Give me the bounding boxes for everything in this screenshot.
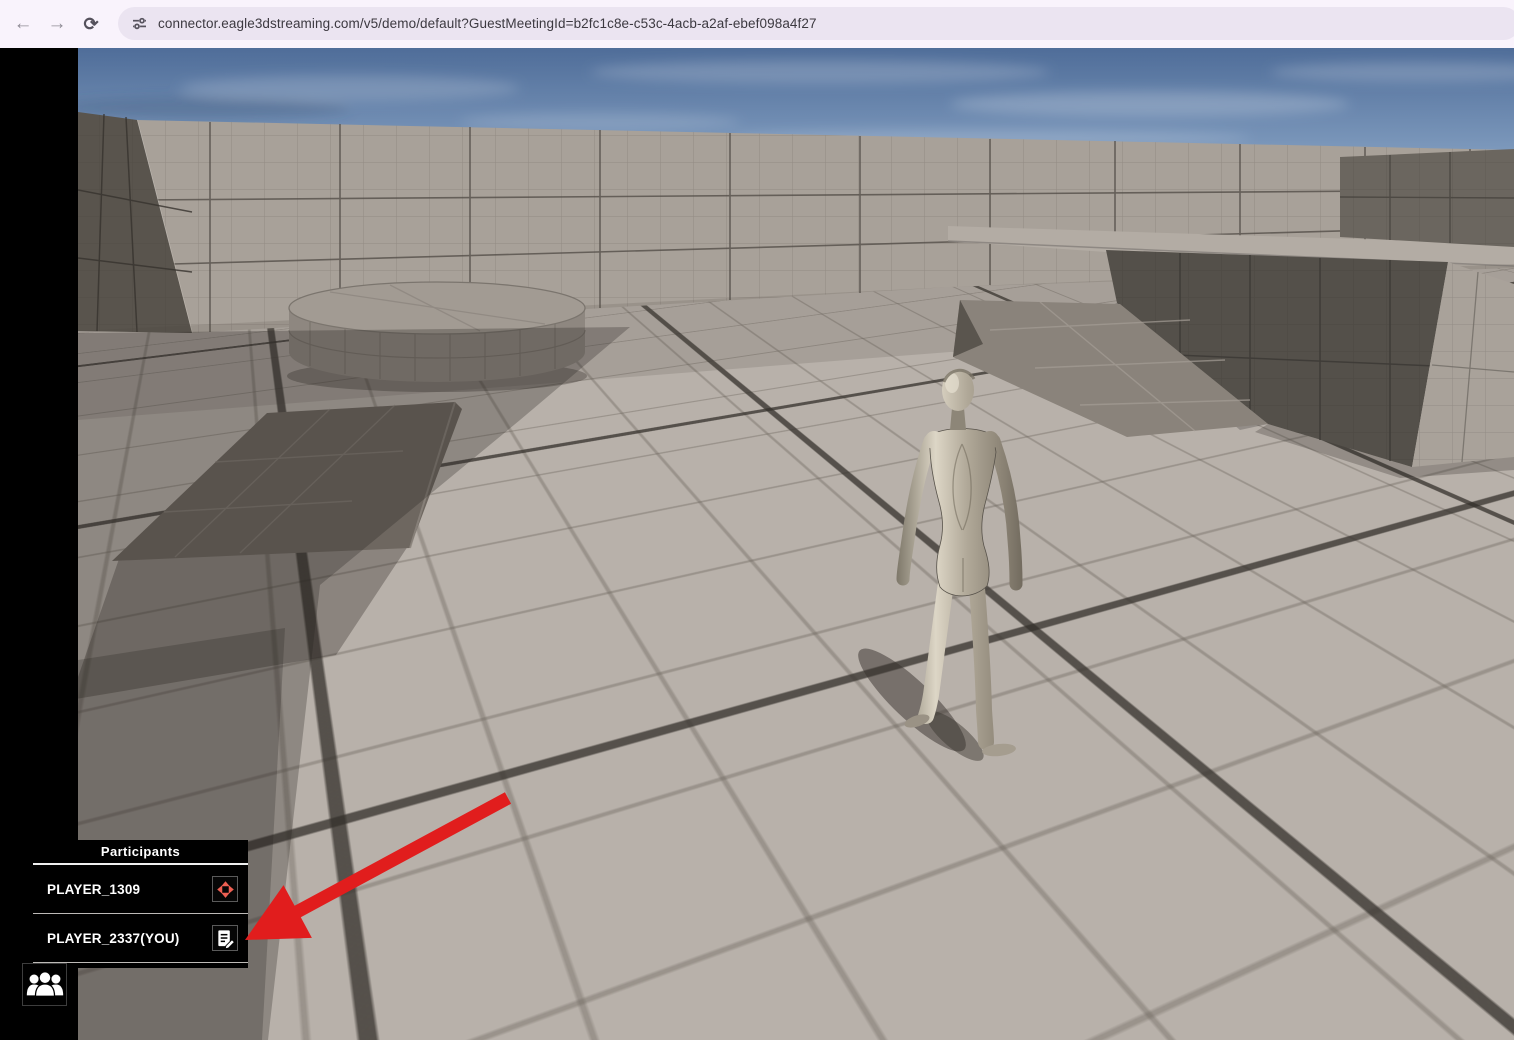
move-player-icon xyxy=(215,879,236,900)
url-text: connector.eagle3dstreaming.com/v5/demo/d… xyxy=(158,16,817,31)
address-bar[interactable]: connector.eagle3dstreaming.com/v5/demo/d… xyxy=(118,7,1514,40)
participant-row: PLAYER_2337(YOU) xyxy=(33,914,248,963)
participants-toggle-button[interactable] xyxy=(22,963,67,1006)
participant-name: PLAYER_1309 xyxy=(47,882,140,897)
top-right-dark-wall xyxy=(1340,149,1514,247)
site-settings-icon[interactable] xyxy=(131,15,148,32)
move-player-button[interactable] xyxy=(212,876,238,902)
back-button[interactable]: ← xyxy=(6,7,40,41)
participant-row: PLAYER_1309 xyxy=(33,865,248,914)
participants-panel: Participants PLAYER_1309 PLAYER_2337(YOU… xyxy=(33,840,248,968)
stream-viewport[interactable] xyxy=(78,48,1514,1040)
participants-group-icon xyxy=(25,969,65,1000)
edit-name-button[interactable] xyxy=(212,925,238,951)
player-avatar xyxy=(847,369,1017,768)
forward-button[interactable]: → xyxy=(40,7,74,41)
participant-name: PLAYER_2337(YOU) xyxy=(47,931,180,946)
browser-toolbar: ← → ⟳ connector.eagle3dstreaming.com/v5/… xyxy=(0,0,1514,49)
reload-button[interactable]: ⟳ xyxy=(74,7,108,41)
participants-title: Participants xyxy=(33,840,248,865)
scene-render xyxy=(78,48,1514,1040)
edit-name-icon xyxy=(215,928,236,949)
